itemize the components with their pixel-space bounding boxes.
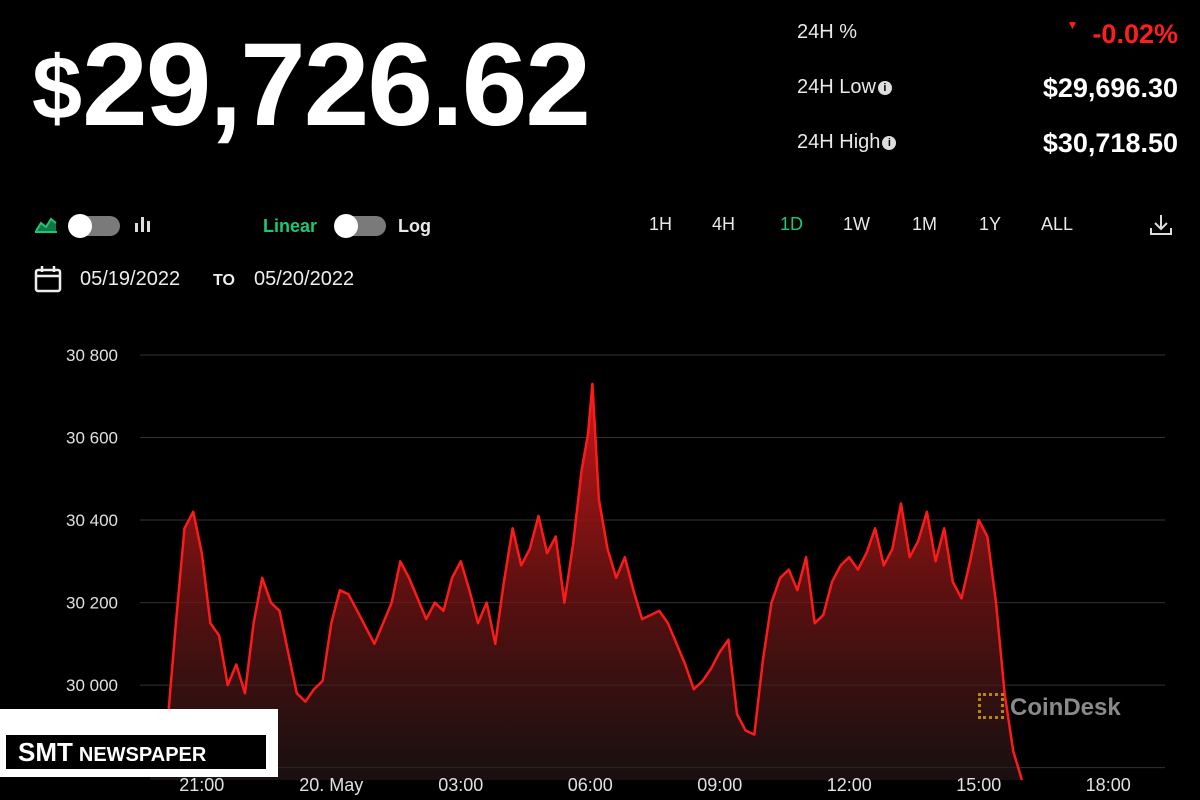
x-tick-label: 06:00 [568,775,613,795]
x-tick-label: 21:00 [179,775,224,795]
change-value: ▼ -0.02% [1067,18,1178,50]
y-tick-label: 30 400 [66,511,118,530]
coindesk-label: CoinDesk [1010,694,1121,721]
coindesk-logo-icon [978,693,1004,719]
scale-toggle[interactable] [334,214,386,238]
high-label: 24H High i [797,131,897,154]
x-tick-label: 18:00 [1086,775,1131,795]
toggle-knob [68,214,92,238]
range-1h-button[interactable]: 1H [649,214,672,235]
range-1d-button[interactable]: 1D [780,214,803,235]
range-all-button[interactable]: ALL [1041,214,1073,235]
low-label: 24H Low i [797,76,892,99]
log-scale-button[interactable]: Log [398,216,431,237]
x-tick-label: 12:00 [827,775,872,795]
current-price: $29,726.62 [32,10,591,164]
linear-scale-button[interactable]: Linear [263,216,317,237]
y-tick-label: 30 000 [66,676,118,695]
price-value: 29,726.62 [82,19,591,151]
toggle-knob [334,214,358,238]
x-tick-label: 15:00 [956,775,1001,795]
high-value: $30,718.50 [1042,128,1178,158]
watermark-rest: NEWSPAPER [78,744,207,766]
date-to-input[interactable]: 05/20/2022 [254,268,372,291]
currency-symbol: $ [32,39,82,139]
range-4h-button[interactable]: 4H [712,214,735,235]
chart-type-toggle[interactable] [68,214,120,238]
coindesk-logo: CoinDesk [978,693,1121,722]
range-1m-button[interactable]: 1M [912,214,937,235]
calendar-icon[interactable] [34,265,62,293]
watermark-box: SMT NEWSPAPER [6,735,266,769]
down-arrow-icon: ▼ [1066,18,1079,32]
y-tick-label: 30 200 [66,594,118,613]
bar-chart-icon[interactable] [133,214,153,234]
area-chart-icon[interactable] [34,214,58,234]
x-tick-label: 03:00 [438,775,483,795]
date-to-label: TO [213,272,235,289]
range-1w-button[interactable]: 1W [843,214,870,235]
download-icon[interactable] [1148,213,1174,237]
change-value-text: -0.02% [1092,19,1178,49]
y-tick-label: 30 800 [66,346,118,365]
range-1y-button[interactable]: 1Y [979,214,1001,235]
change-label: 24H % [797,21,858,43]
date-from-input[interactable]: 05/19/2022 [80,268,180,291]
info-icon[interactable]: i [882,136,897,150]
smt-newspaper-watermark: SMT NEWSPAPER [0,709,278,777]
y-tick-label: 30 600 [66,429,118,448]
x-tick-label: 20. May [299,775,363,795]
watermark-brand: SMT [18,737,73,767]
x-tick-label: 09:00 [697,775,742,795]
low-value: $29,696.30 [1042,73,1178,103]
high-label-text: 24H High [797,131,881,153]
low-label-text: 24H Low [797,76,876,98]
info-icon[interactable]: i [877,81,892,95]
